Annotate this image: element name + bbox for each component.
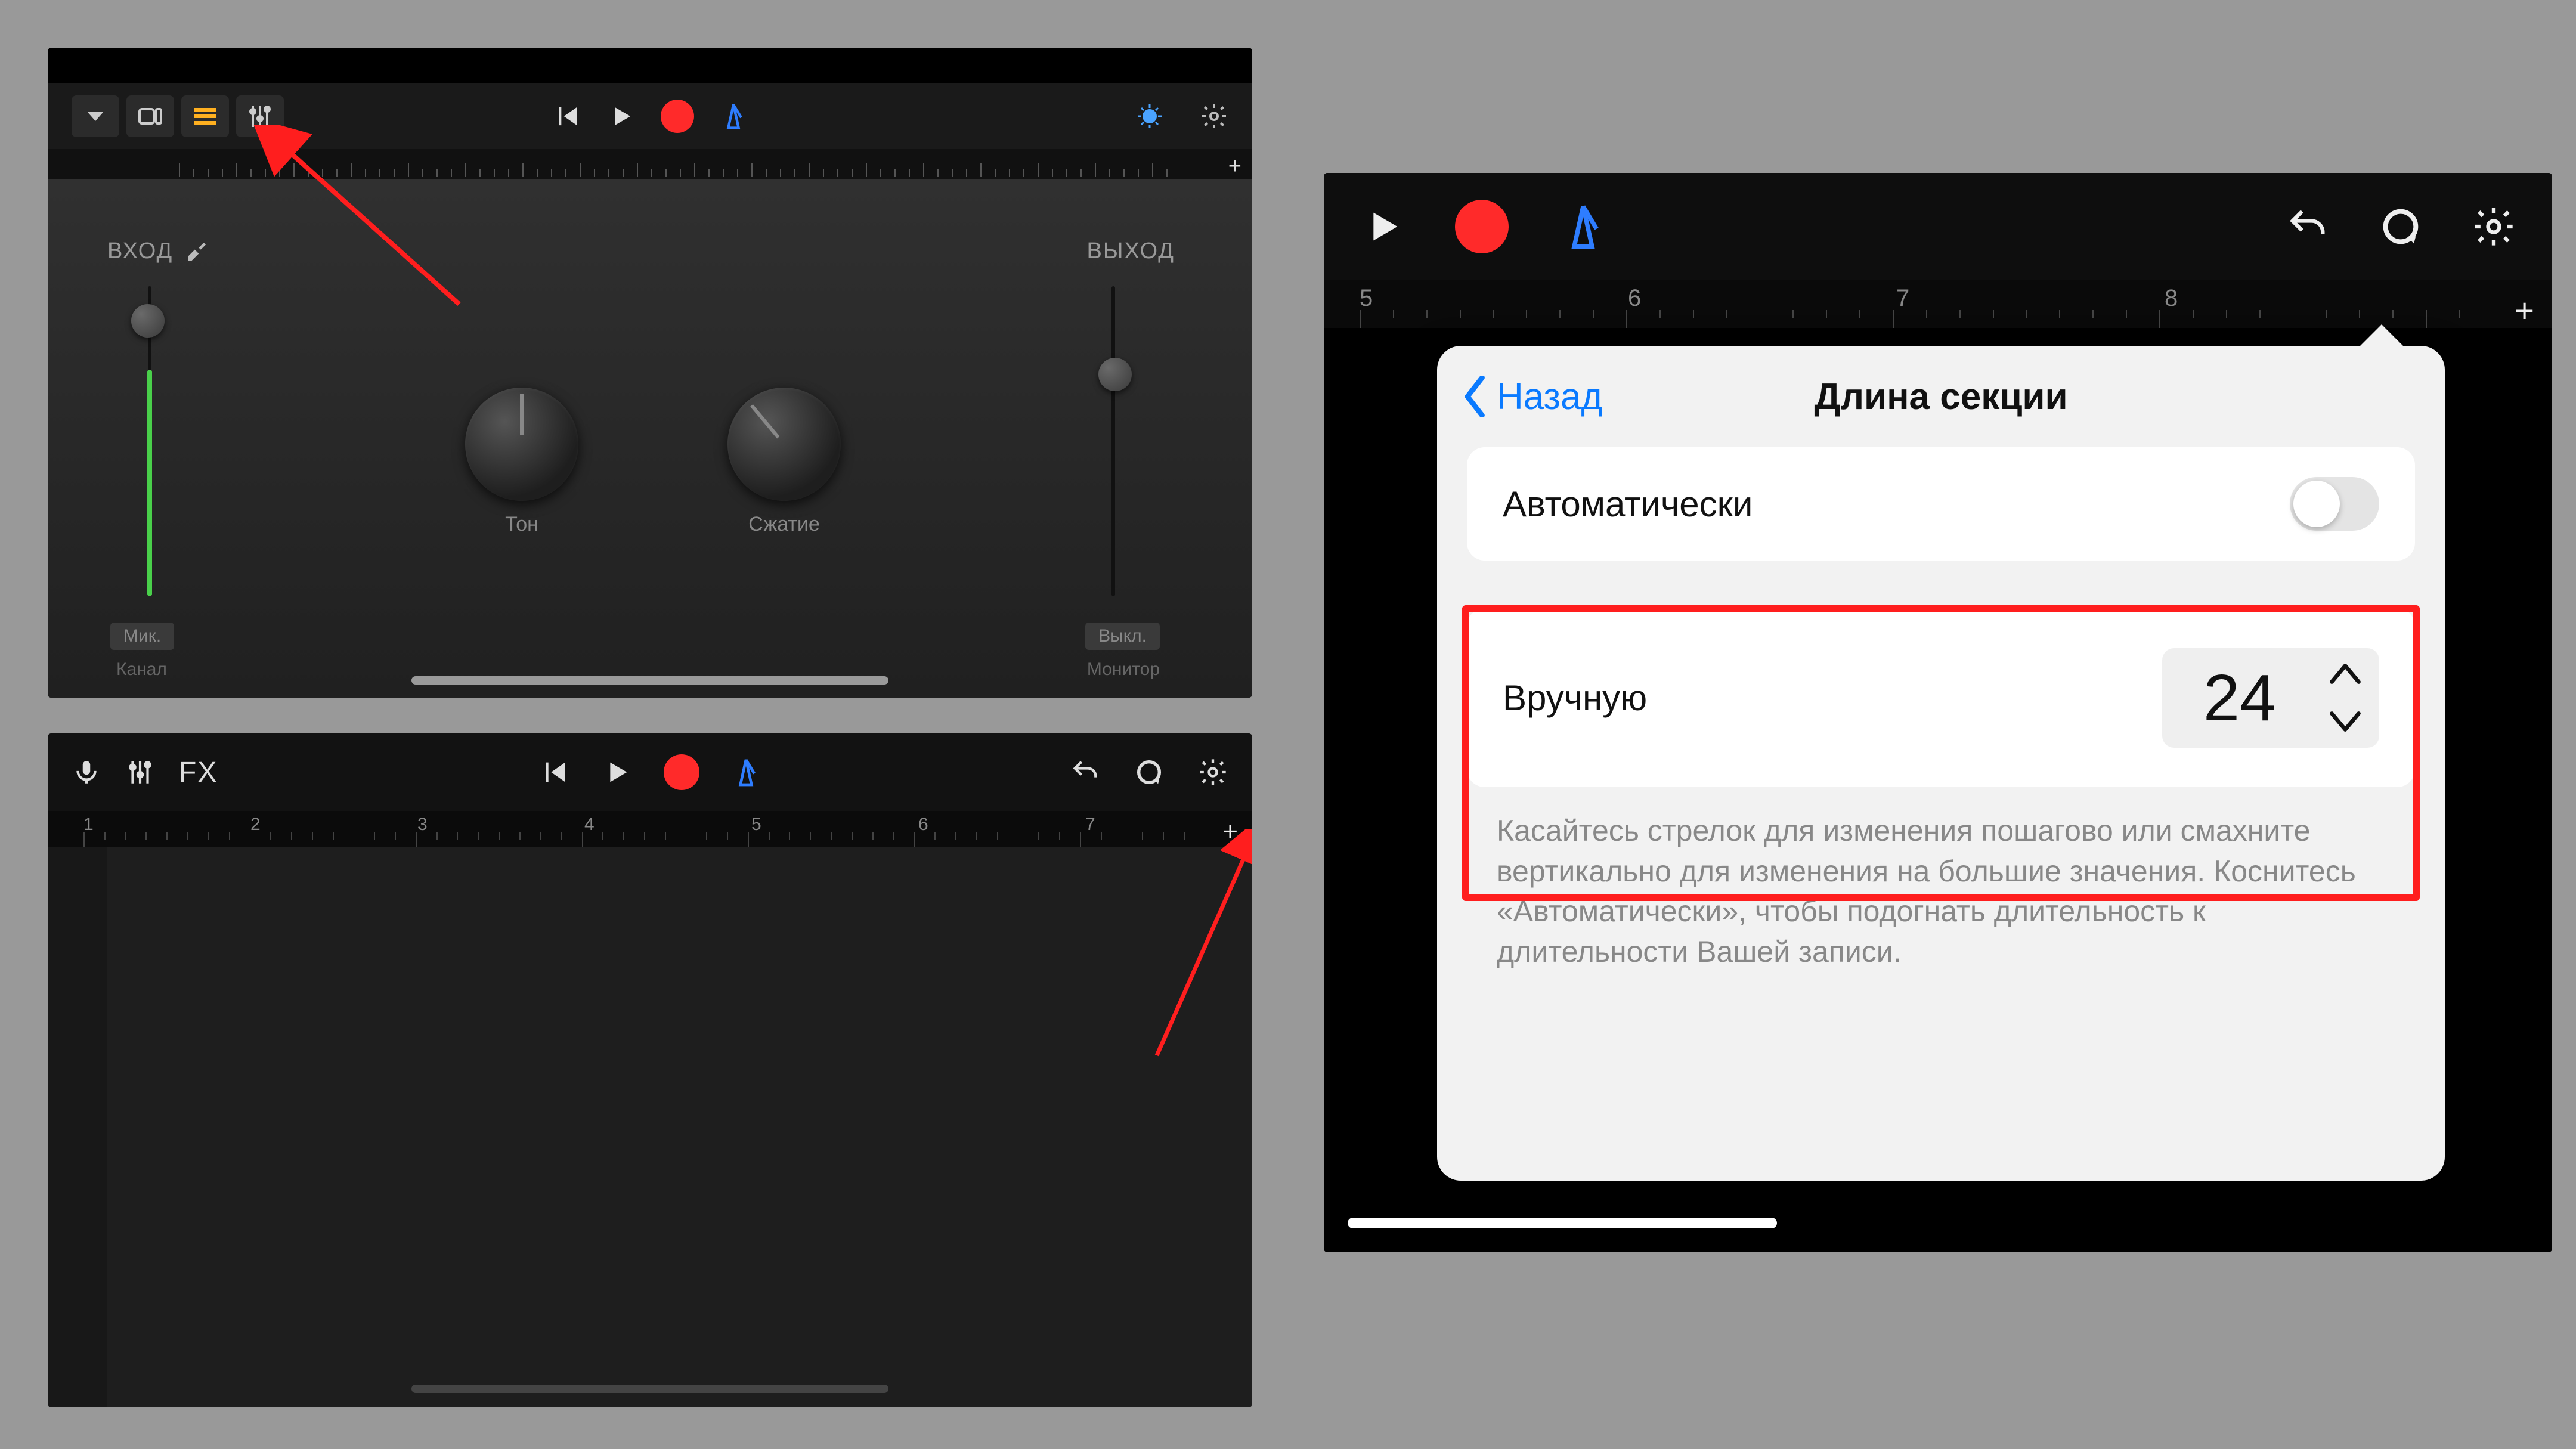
timeline-ruler[interactable]: 5678 (1324, 280, 2552, 328)
automatic-label: Автоматически (1503, 484, 1753, 525)
fx-button[interactable]: FX (179, 756, 218, 789)
mic-icon[interactable] (72, 757, 101, 787)
popover-header: Назад Длина секции (1437, 346, 2445, 447)
mixer-icon[interactable] (125, 757, 155, 787)
monitor-off-button[interactable]: Выкл. (1085, 623, 1160, 650)
transport-controls (551, 100, 749, 133)
toolbar-right-group (1135, 102, 1228, 131)
browser-dropdown-button[interactable] (72, 95, 119, 137)
settings-gear-icon[interactable] (2471, 204, 2516, 249)
add-section-button[interactable]: + (1222, 817, 1238, 847)
play-button[interactable] (606, 101, 637, 132)
play-button[interactable] (600, 756, 634, 789)
settings-gear-icon[interactable] (1197, 757, 1228, 788)
metronome-button[interactable] (1556, 200, 1610, 253)
record-button[interactable] (661, 100, 694, 133)
manual-value[interactable]: 24 (2180, 660, 2299, 736)
rewind-button[interactable] (537, 756, 571, 789)
input-level-meter (147, 370, 152, 596)
compression-knob-label: Сжатие (727, 513, 841, 536)
tone-knob-label: Тон (465, 513, 578, 536)
undo-button[interactable] (2285, 204, 2330, 249)
manual-row: Вручную 24 (1467, 608, 2415, 787)
toolbar-right-group (2285, 204, 2516, 249)
screenshot-section-length-popover: 5678 + Назад Длина секции Автоматически … (1324, 173, 2552, 1252)
home-indicator (411, 1385, 888, 1393)
record-button[interactable] (664, 754, 699, 790)
back-button[interactable]: Назад (1461, 376, 1603, 418)
ruler-numbers: 5678 (1324, 285, 2552, 312)
brush-icon (185, 240, 209, 264)
section-length-popover: Назад Длина секции Автоматически Вручную… (1437, 346, 2445, 1181)
settings-gear-icon[interactable] (1200, 102, 1228, 131)
screenshot-recorder-view: (function(){ const r=document.currentScr… (48, 48, 1252, 698)
compression-knob[interactable] (727, 388, 841, 501)
toolbar (48, 83, 1252, 149)
view-mode-button[interactable] (126, 95, 174, 137)
output-slider-track[interactable] (1111, 286, 1115, 596)
toolbar: FX (48, 733, 1252, 811)
undo-button[interactable] (1070, 757, 1101, 788)
screenshot-tracks-view: FX 1234567 (48, 733, 1252, 1407)
track-area[interactable] (107, 847, 1252, 1407)
toolbar-right-group (1070, 757, 1228, 788)
output-label: ВЫХОД (1086, 239, 1175, 264)
stepper-up-button[interactable] (2329, 662, 2361, 686)
rewind-button[interactable] (551, 101, 582, 132)
channel-label: Канал (116, 660, 167, 680)
tuning-icon[interactable] (1135, 102, 1164, 131)
hint-text: Касайтесь стрелок для изменения пошагово… (1497, 811, 2385, 972)
home-indicator (411, 676, 888, 685)
mic-button[interactable]: Мик. (110, 623, 174, 650)
input-slider-thumb[interactable] (131, 304, 165, 338)
mixer-button[interactable] (236, 95, 284, 137)
track-header-column[interactable] (48, 847, 107, 1407)
loop-button[interactable] (1134, 757, 1165, 788)
toolbar-left-group: FX (72, 756, 218, 789)
automatic-toggle[interactable] (2290, 477, 2379, 531)
tone-knob[interactable] (465, 388, 578, 501)
manual-label: Вручную (1503, 677, 1647, 719)
play-button[interactable] (1360, 203, 1407, 250)
back-label: Назад (1497, 376, 1603, 418)
timeline-ruler[interactable] (48, 149, 1252, 179)
add-section-button[interactable]: + (1228, 154, 1241, 179)
transport-controls (1360, 200, 1610, 253)
stepper-down-button[interactable] (2329, 710, 2361, 733)
monitor-label: Монитор (1087, 660, 1160, 680)
home-indicator (1348, 1218, 1777, 1228)
toolbar-left-group (72, 95, 284, 137)
metronome-button[interactable] (729, 756, 763, 789)
add-section-button[interactable]: + (2515, 291, 2534, 330)
metronome-button[interactable] (718, 101, 749, 132)
output-slider-thumb[interactable] (1098, 358, 1132, 391)
ruler-numbers: 1234567 (48, 815, 1252, 835)
timeline-ruler[interactable]: 1234567 (48, 811, 1252, 847)
manual-stepper[interactable]: 24 (2162, 648, 2379, 748)
recorder-body: ВХОД ВЫХОД Тон Сжатие Мик. Выкл. Канал М… (48, 179, 1252, 698)
tracks-view-button[interactable] (181, 95, 229, 137)
automatic-row[interactable]: Автоматически (1467, 447, 2415, 561)
toolbar (1324, 173, 2552, 280)
transport-controls (537, 754, 763, 790)
input-label: ВХОД (107, 239, 209, 264)
record-button[interactable] (1455, 200, 1509, 253)
loop-button[interactable] (2378, 204, 2423, 249)
